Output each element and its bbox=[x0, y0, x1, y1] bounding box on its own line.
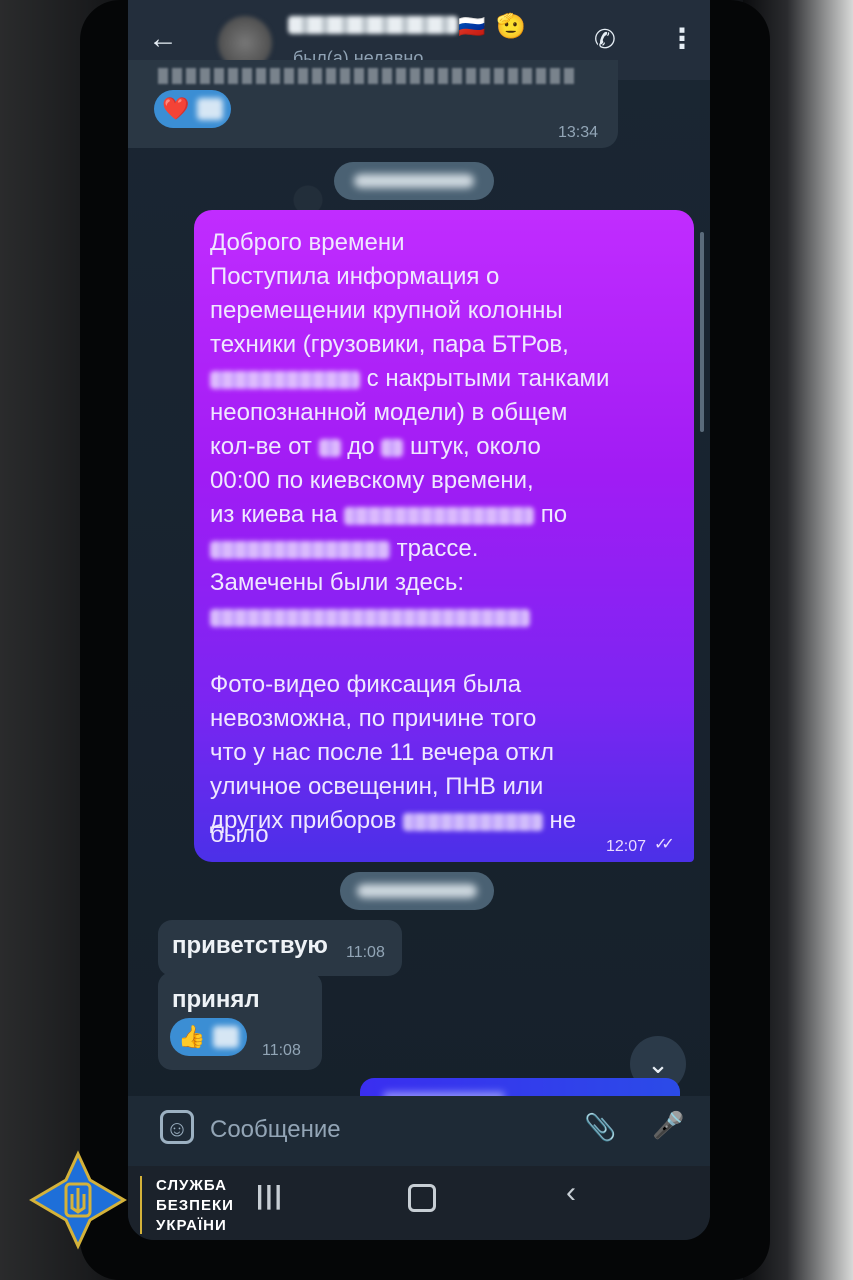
chevron-down-icon: ⌄ bbox=[647, 1048, 669, 1079]
message-line: кол-ве от до штук, около bbox=[210, 433, 541, 460]
message-time: 12:07 bbox=[606, 838, 647, 855]
redacted-text bbox=[381, 438, 404, 457]
redacted-coordinates bbox=[210, 608, 530, 627]
message-line: Доброго времени bbox=[210, 229, 405, 256]
date-separator bbox=[334, 162, 494, 200]
message-line: что у нас после 11 вечера откл bbox=[210, 739, 554, 766]
message-input-bar: ☺ Сообщение 📎 🎤 bbox=[128, 1096, 710, 1166]
message-line: Фото-видео фиксация была bbox=[210, 671, 522, 698]
phone-icon[interactable]: ✆ bbox=[594, 24, 616, 55]
back-chevron-icon[interactable]: ‹ bbox=[566, 1176, 576, 1210]
incoming-message[interactable]: приветствую 11:08 bbox=[158, 920, 402, 976]
chat-screen: ← 🇷🇺 🫡 был(а) недавно ✆ ⋮ ❤️ 13:34 Добро… bbox=[128, 0, 710, 1240]
heart-icon: ❤️ bbox=[162, 96, 190, 121]
message-line: трассе. bbox=[210, 532, 478, 566]
logo-line: БЕЗПЕКИ bbox=[156, 1197, 234, 1214]
message-text: приветствую bbox=[172, 932, 328, 959]
paperclip-icon[interactable]: 📎 bbox=[584, 1112, 616, 1143]
redacted-text bbox=[210, 540, 390, 559]
message-input[interactable]: Сообщение bbox=[210, 1116, 341, 1144]
redacted-text bbox=[402, 812, 543, 831]
logo-line: УКРАЇНИ bbox=[156, 1217, 227, 1234]
message-line: техники (грузовики, пара БТРов, bbox=[210, 331, 569, 358]
incoming-message[interactable]: принял 👍 11:08 bbox=[158, 972, 322, 1070]
redacted-text bbox=[318, 438, 341, 457]
message-line: с накрытыми танками bbox=[210, 362, 609, 396]
message-time: 13:34 bbox=[558, 124, 599, 141]
outgoing-message[interactable]: Доброго времени Поступила информация о п… bbox=[194, 210, 694, 862]
back-arrow-icon[interactable]: ← bbox=[148, 24, 178, 54]
message-line: из киева на по bbox=[210, 501, 568, 528]
message-line: Замечены были здесь: bbox=[210, 569, 464, 596]
message-line: невозможна, по причине того bbox=[210, 705, 537, 732]
message-line: уличное освещенин, ПНВ или bbox=[210, 773, 544, 800]
home-icon[interactable] bbox=[408, 1184, 436, 1212]
double-check-icon: ✓✓ bbox=[654, 836, 675, 853]
more-vertical-icon[interactable]: ⋮ bbox=[668, 22, 696, 55]
recent-apps-icon[interactable]: ||| bbox=[256, 1180, 284, 1211]
reaction-count-redacted bbox=[197, 98, 224, 120]
thumbs-up-icon: 👍 bbox=[178, 1024, 206, 1049]
incoming-message-partial[interactable]: ❤️ 13:34 bbox=[128, 60, 618, 148]
logo-line: СЛУЖБА bbox=[156, 1177, 227, 1194]
redacted-text bbox=[210, 370, 360, 389]
reaction-count-redacted bbox=[213, 1026, 240, 1048]
message-line: Поступила информация о bbox=[210, 263, 500, 290]
salute-emoji: 🫡 bbox=[496, 13, 526, 40]
logo-divider bbox=[140, 1176, 142, 1234]
sticker-icon[interactable]: ☺ bbox=[160, 1110, 194, 1144]
sbu-shield-logo bbox=[29, 1150, 127, 1250]
cropped-text bbox=[158, 68, 578, 84]
contact-name-redacted[interactable] bbox=[288, 16, 458, 34]
message-line: было bbox=[210, 821, 269, 848]
message-line: перемещении крупной колонны bbox=[210, 297, 563, 324]
reaction-heart[interactable]: ❤️ bbox=[154, 90, 232, 128]
logo-text: СЛУЖБА БЕЗПЕКИ УКРАЇНИ bbox=[156, 1176, 234, 1236]
message-time: 11:08 bbox=[262, 1042, 301, 1059]
message-line: неопознанной модели) в общем bbox=[210, 399, 568, 426]
message-line: 00:00 по киевскому времени, bbox=[210, 467, 534, 494]
redacted-text bbox=[344, 506, 535, 525]
message-text: принял bbox=[172, 986, 260, 1013]
date-separator bbox=[340, 872, 494, 910]
microphone-icon[interactable]: 🎤 bbox=[652, 1110, 684, 1141]
flag-emoji: 🇷🇺 bbox=[458, 14, 486, 39]
reaction-thumbs-up[interactable]: 👍 bbox=[170, 1018, 248, 1056]
scrollbar[interactable] bbox=[700, 232, 704, 432]
message-time: 11:08 bbox=[346, 944, 385, 961]
message-line bbox=[210, 600, 530, 634]
